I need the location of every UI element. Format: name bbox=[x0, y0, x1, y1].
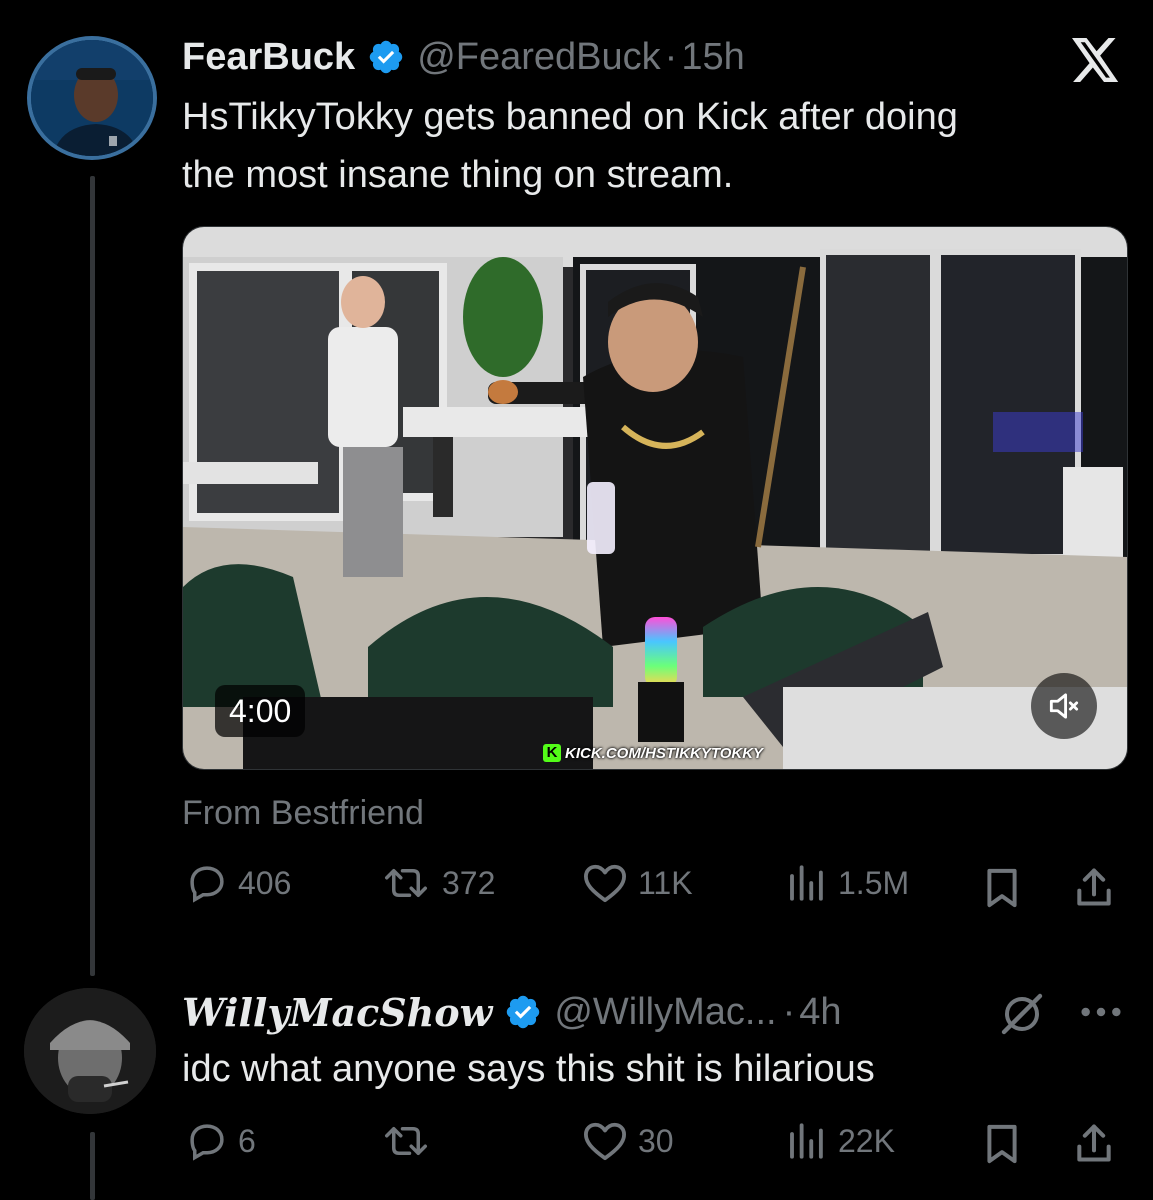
reply-display-name[interactable]: WillyMacShow bbox=[182, 990, 492, 1035]
views-icon bbox=[790, 1123, 823, 1159]
views-count: 1.5M bbox=[838, 864, 910, 901]
bookmark-icon[interactable] bbox=[984, 1122, 1020, 1166]
reply-reply-button[interactable]: 6 bbox=[186, 1120, 256, 1162]
reply-timestamp[interactable]: 4h bbox=[799, 991, 841, 1034]
reply-handle[interactable]: @WillyMac... bbox=[554, 991, 776, 1034]
like-count: 11K bbox=[638, 864, 693, 901]
views-button[interactable]: 1.5M bbox=[784, 862, 909, 904]
video-player[interactable]: 4:00 K KICK.COM/HSTIKKYTOKKY bbox=[182, 226, 1128, 770]
reply-button[interactable]: 406 bbox=[186, 862, 291, 904]
handle[interactable]: @FearedBuck bbox=[417, 36, 660, 79]
views-icon bbox=[790, 865, 823, 901]
tweet-text-line1: HsTikkyTokky gets banned on Kick after d… bbox=[182, 96, 958, 138]
grok-icon[interactable] bbox=[998, 990, 1046, 1038]
verified-badge-icon bbox=[369, 40, 403, 74]
x-logo-icon[interactable] bbox=[1072, 38, 1120, 82]
like-button[interactable]: 11K bbox=[582, 862, 693, 904]
repost-count: 372 bbox=[442, 864, 496, 901]
reply-like-button[interactable]: 30 bbox=[582, 1120, 674, 1162]
reply-like-count: 30 bbox=[638, 1122, 674, 1159]
like-icon bbox=[584, 1122, 626, 1161]
reply-icon bbox=[190, 1124, 224, 1161]
reply-icon bbox=[190, 866, 224, 903]
watermark-text: KICK.COM/HSTIKKYTOKKY bbox=[565, 744, 764, 762]
mute-button[interactable] bbox=[1031, 673, 1097, 739]
repost-button[interactable]: 372 bbox=[380, 862, 495, 904]
timestamp[interactable]: 15h bbox=[681, 36, 744, 79]
video-duration: 4:00 bbox=[229, 692, 292, 729]
reply-avatar[interactable] bbox=[24, 988, 156, 1114]
kick-logo-icon: K bbox=[543, 744, 561, 762]
repost-icon bbox=[385, 869, 427, 897]
mute-icon bbox=[1049, 693, 1079, 719]
thread-line-bottom bbox=[90, 1132, 95, 1200]
tweet-text-line2: the most insane thing on stream. bbox=[182, 154, 734, 196]
video-duration-badge: 4:00 bbox=[215, 685, 306, 737]
reply-views-button[interactable]: 22K bbox=[784, 1120, 895, 1162]
reply-text: idc what anyone says this shit is hilari… bbox=[182, 1048, 875, 1090]
separator: · bbox=[664, 35, 678, 78]
share-icon[interactable] bbox=[1072, 1120, 1116, 1166]
repost-icon bbox=[385, 1127, 427, 1155]
more-icon[interactable] bbox=[1078, 1000, 1124, 1024]
reply-avatar-image bbox=[24, 988, 156, 1114]
reply-repost-button[interactable] bbox=[380, 1120, 432, 1162]
video-frame bbox=[183, 227, 1127, 769]
kick-watermark: K KICK.COM/HSTIKKYTOKKY bbox=[539, 742, 767, 764]
bookmark-icon[interactable] bbox=[984, 866, 1020, 910]
reply-count: 406 bbox=[238, 864, 292, 901]
from-label[interactable]: From Bestfriend bbox=[182, 794, 424, 833]
thread-line-top bbox=[90, 176, 95, 976]
tweet-text: HsTikkyTokky gets banned on Kick after d… bbox=[182, 88, 1132, 204]
display-name[interactable]: FearBuck bbox=[182, 36, 355, 79]
avatar-image bbox=[31, 40, 153, 156]
reply-views-count: 22K bbox=[838, 1122, 895, 1159]
verified-badge-icon bbox=[507, 995, 540, 1029]
avatar[interactable] bbox=[27, 36, 157, 160]
like-icon bbox=[584, 864, 626, 903]
reply-reply-count: 6 bbox=[238, 1122, 256, 1159]
reply-separator: · bbox=[782, 990, 796, 1033]
share-icon[interactable] bbox=[1072, 864, 1116, 910]
